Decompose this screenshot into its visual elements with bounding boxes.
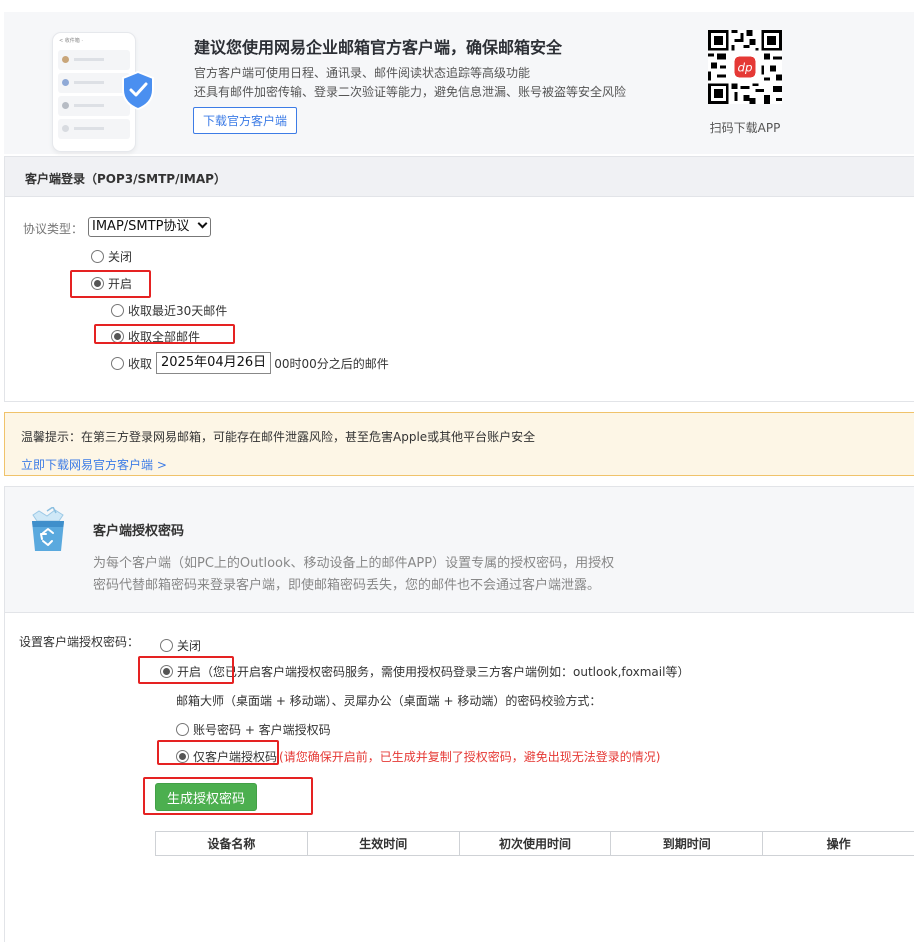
receive-since-prefix: 收取 <box>128 356 153 371</box>
receive-recent-label: 收取最近30天邮件 <box>128 304 228 318</box>
client-login-on-label: 开启 <box>108 277 133 291</box>
verify-code-only-radio[interactable] <box>176 750 189 763</box>
auth-code-title: 客户端授权密码 <box>93 524 185 539</box>
verify-both-option[interactable]: 账号密码 + 客户端授权码 <box>176 721 331 738</box>
receive-since-date-input[interactable]: 2025年04月26日 <box>156 352 272 374</box>
client-login-off-option[interactable]: 关闭 <box>91 248 132 265</box>
column-expiry-time: 到期时间 <box>610 831 764 856</box>
protocol-type-label: 协议类型： <box>23 222 84 236</box>
column-effective-time: 生效时间 <box>306 831 460 856</box>
column-device-name: 设备名称 <box>155 831 308 856</box>
phone-row <box>58 50 130 70</box>
device-table-header-row: 设备名称 生效时间 初次使用时间 到期时间 操作 <box>155 831 914 856</box>
verify-code-only-option[interactable]: 仅客户端授权码 (请您确保开启前，已生成并复制了授权密码，避免出现无法登录的情况… <box>176 748 660 765</box>
auth-code-on-option[interactable]: 开启（您已开启客户端授权密码服务，需使用授权码登录三方客户端例如：outlook… <box>160 663 689 680</box>
qr-code-icon: dp <box>708 30 782 104</box>
receive-all-option[interactable]: 收取全部邮件 <box>111 328 200 345</box>
qr-logo: dp <box>737 60 752 74</box>
auth-code-on-label: 开启（您已开启客户端授权密码服务，需使用授权码登录三方客户端例如：outlook… <box>177 665 690 679</box>
client-login-off-label: 关闭 <box>108 250 133 264</box>
auth-code-description: 为每个客户端（如PC上的Outlook、移动设备上的邮件APP）设置专属的授权密… <box>93 556 615 571</box>
auth-code-description: 密码代替邮箱密码来登录客户端，即使邮箱密码丢失，您的邮件也不会通过客户端泄露。 <box>93 578 601 593</box>
banner-title: 建议您使用网易企业邮箱官方客户端，确保邮箱安全 <box>194 38 563 57</box>
receive-since-radio[interactable] <box>111 356 124 370</box>
banner-security-line: 还具有邮件加密传输、登录二次验证等能力，避免信息泄漏、账号被盗等安全风险 <box>194 85 627 99</box>
client-promo-banner: < 收件箱 · 建议您使用网易企业邮箱官方客户端，确保邮箱安全 官方客户端可使用… <box>4 12 914 154</box>
receive-since-suffix: 00时00分之后的邮件 <box>274 356 389 371</box>
security-tip-banner: 温馨提示：在第三方登录网易邮箱，可能存在邮件泄露风险，甚至危害Apple或其他平… <box>4 412 914 476</box>
protocol-type-select[interactable]: IMAP/SMTP协议 <box>88 217 211 237</box>
qr-caption: 扫码下载APP <box>709 121 781 135</box>
download-client-button[interactable]: 下载官方客户端 <box>193 107 297 134</box>
auth-code-off-option[interactable]: 关闭 <box>160 637 201 654</box>
receive-all-label: 收取全部邮件 <box>128 330 201 344</box>
auth-code-off-label: 关闭 <box>177 639 202 653</box>
security-tip-text: 温馨提示：在第三方登录网易邮箱，可能存在邮件泄露风险，甚至危害Apple或其他平… <box>21 430 536 444</box>
verify-code-only-label: 仅客户端授权码 <box>193 750 278 764</box>
receive-all-radio[interactable] <box>111 330 124 343</box>
auth-code-setting-label: 设置客户端授权密码： <box>19 635 140 649</box>
protocol-type-value: IMAP/SMTP协议 <box>92 219 190 234</box>
generate-auth-code-button[interactable]: 生成授权密码 <box>155 783 257 811</box>
verify-method-note: 邮箱大师（桌面端 + 移动端）、灵犀办公（桌面端 + 移动端）的密码校验方式： <box>176 694 602 708</box>
auth-code-section: 客户端授权密码 为每个客户端（如PC上的Outlook、移动设备上的邮件APP）… <box>4 486 914 942</box>
receive-recent-option[interactable]: 收取最近30天邮件 <box>111 302 227 319</box>
device-table: 设备名称 生效时间 初次使用时间 到期时间 操作 <box>155 831 914 856</box>
auth-code-on-radio[interactable] <box>160 665 173 678</box>
phone-header: < 收件箱 · <box>59 38 83 44</box>
shield-check-icon <box>122 70 154 110</box>
client-login-on-radio[interactable] <box>91 277 104 290</box>
client-login-section: 客户端登录（POP3/SMTP/IMAP） 协议类型： IMAP/SMTP协议 … <box>4 156 914 402</box>
receive-recent-radio[interactable] <box>111 304 124 317</box>
auth-code-header: 客户端授权密码 为每个客户端（如PC上的Outlook、移动设备上的邮件APP）… <box>5 487 914 613</box>
receive-since-option[interactable]: 收取 2025年04月26日 00时00分之后的邮件 <box>111 352 389 374</box>
client-login-header: 客户端登录（POP3/SMTP/IMAP） <box>5 157 914 197</box>
download-client-link[interactable]: 立即下载网易官方客户端 > <box>21 456 167 473</box>
banner-feature-line: 官方客户端可使用日程、通讯录、邮件阅读状态追踪等高级功能 <box>194 66 531 80</box>
chevron-down-icon <box>197 218 208 229</box>
client-login-off-radio[interactable] <box>91 250 104 263</box>
column-actions: 操作 <box>762 831 914 856</box>
auth-code-off-radio[interactable] <box>160 639 173 652</box>
verify-both-label: 账号密码 + 客户端授权码 <box>193 723 331 737</box>
auth-code-warning: (请您确保开启前，已生成并复制了授权密码，避免出现无法登录的情况) <box>279 750 661 764</box>
recycle-bin-icon <box>32 507 64 551</box>
verify-both-radio[interactable] <box>176 723 189 736</box>
phone-row <box>58 119 130 139</box>
column-first-use-time: 初次使用时间 <box>458 831 612 856</box>
client-login-on-option[interactable]: 开启 <box>91 275 132 292</box>
